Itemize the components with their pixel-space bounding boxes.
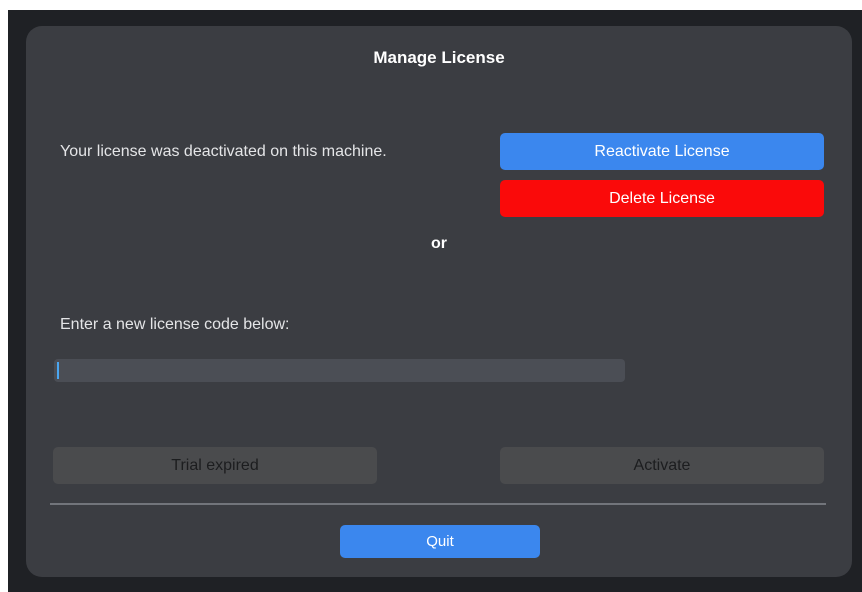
dialog-title: Manage License <box>373 48 505 67</box>
text-caret <box>57 362 59 379</box>
license-status-message: Your license was deactivated on this mac… <box>60 143 387 160</box>
quit-button[interactable]: Quit <box>340 525 540 558</box>
trial-expired-button[interactable]: Trial expired <box>53 447 377 484</box>
or-separator: or <box>431 235 447 252</box>
license-code-prompt: Enter a new license code below: <box>60 316 290 333</box>
reactivate-license-button[interactable]: Reactivate License <box>500 133 824 170</box>
manage-license-dialog: Manage License Your license was deactiva… <box>26 26 852 577</box>
delete-license-button[interactable]: Delete License <box>500 180 824 217</box>
divider <box>50 503 826 505</box>
license-code-input[interactable] <box>54 359 625 382</box>
activate-button[interactable]: Activate <box>500 447 824 484</box>
